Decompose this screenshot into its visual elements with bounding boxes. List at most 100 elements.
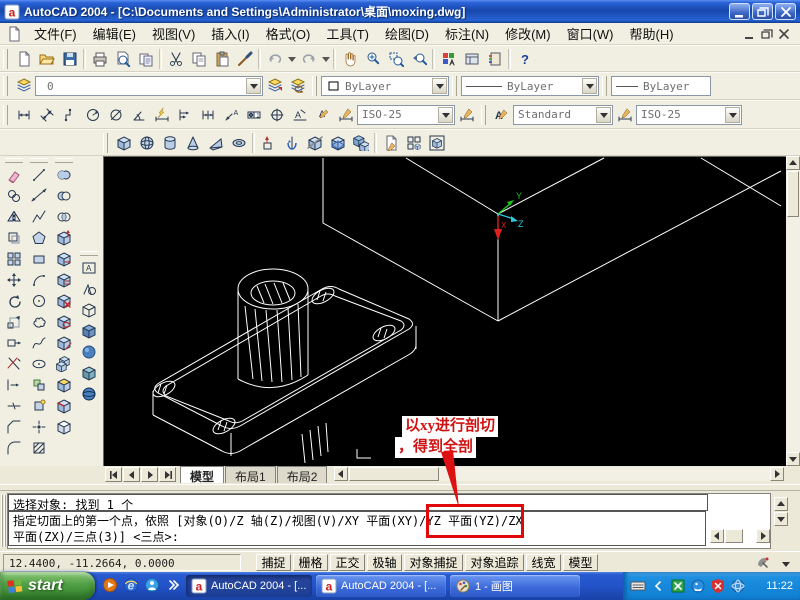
command-window-splitter[interactable] — [0, 484, 800, 491]
quick-leader-button[interactable]: A — [219, 103, 242, 126]
union-button[interactable] — [53, 164, 75, 185]
osnap-toggle[interactable]: 对象捕捉 — [404, 554, 463, 571]
color-combo-arrow[interactable] — [432, 78, 447, 94]
move-faces-button[interactable] — [53, 248, 75, 269]
shell-button[interactable] — [53, 416, 75, 437]
zoom-window-button[interactable] — [384, 47, 407, 70]
tab-last-button[interactable] — [159, 467, 176, 482]
tab-first-button[interactable] — [105, 467, 122, 482]
copy-to-clipboard-button[interactable] — [187, 47, 210, 70]
start-button[interactable]: start — [0, 572, 95, 600]
pan-realtime-button[interactable] — [338, 47, 361, 70]
center-mark-button[interactable] — [265, 103, 288, 126]
flat-shaded-button[interactable] — [78, 320, 100, 341]
canvas-horizontal-scrollbar[interactable] — [334, 467, 784, 481]
section-button[interactable] — [326, 131, 349, 154]
box-button[interactable] — [112, 131, 135, 154]
undo-flyout[interactable] — [286, 47, 297, 70]
toolbar-grip[interactable] — [5, 158, 23, 163]
ellipse-button[interactable] — [28, 353, 50, 374]
trim-button[interactable] — [3, 353, 25, 374]
toolbar-grip[interactable] — [3, 49, 8, 69]
lineweight-toggle[interactable]: 线宽 — [526, 554, 561, 571]
taper-faces-button[interactable] — [53, 332, 75, 353]
task-autocad-1[interactable]: aAutoCAD 2004 - [... — [186, 575, 312, 597]
text-style-combo-arrow[interactable] — [596, 107, 611, 123]
designcenter-button[interactable] — [460, 47, 483, 70]
toolbar-grip[interactable] — [3, 105, 8, 125]
scale-button[interactable] — [3, 311, 25, 332]
cylinder-button[interactable] — [158, 131, 181, 154]
mirror-button[interactable] — [3, 206, 25, 227]
menu-file[interactable]: 文件(F) — [26, 22, 85, 45]
quicklaunch-media-player[interactable] — [102, 577, 118, 593]
menu-draw[interactable]: 绘图(D) — [377, 22, 437, 45]
diameter-dimension-button[interactable] — [104, 103, 127, 126]
task-autocad-2[interactable]: aAutoCAD 2004 - [... — [316, 575, 446, 597]
toolbar-grip[interactable] — [55, 158, 73, 163]
circle-button[interactable] — [28, 290, 50, 311]
tray-network-globe-icon[interactable] — [730, 578, 746, 594]
command-scroll-left-button[interactable] — [710, 529, 724, 543]
mdi-restore-button[interactable] — [758, 26, 775, 41]
plot-button[interactable] — [88, 47, 111, 70]
command-prompt[interactable]: 指定切面上的第一个点，依照 [对象(O)/Z 轴(Z)/视图(V)/XY 平面(… — [8, 511, 706, 546]
delete-faces-button[interactable] — [53, 290, 75, 311]
scroll-up-button[interactable] — [786, 156, 800, 170]
quicklaunch-messenger[interactable] — [144, 577, 160, 593]
minimize-button[interactable] — [729, 3, 750, 20]
menu-tools[interactable]: 工具(T) — [318, 22, 377, 45]
extend-button[interactable] — [3, 374, 25, 395]
wedge-button[interactable] — [204, 131, 227, 154]
canvas-vertical-scrollbar[interactable] — [786, 156, 800, 466]
interfere-button[interactable] — [349, 131, 372, 154]
linetype-control-combo[interactable]: ByLayer — [461, 76, 599, 96]
menu-insert[interactable]: 插入(I) — [203, 22, 257, 45]
task-paint[interactable]: 1 - 画图 — [450, 575, 580, 597]
toolbar-grip[interactable] — [312, 76, 317, 96]
scroll-left-button[interactable] — [334, 467, 348, 481]
print-preview-button[interactable] — [111, 47, 134, 70]
command-window-grip[interactable] — [1, 495, 6, 547]
model-space-toggle[interactable]: 模型 — [563, 554, 598, 571]
paste-button[interactable] — [210, 47, 233, 70]
text-style-combo[interactable]: Standard — [513, 105, 613, 125]
snap-toggle[interactable]: 捕捉 — [256, 554, 291, 571]
tolerance-button[interactable]: 1 — [242, 103, 265, 126]
command-scroll-thumb[interactable] — [725, 529, 743, 543]
baseline-dimension-button[interactable] — [173, 103, 196, 126]
quicklaunch-ie[interactable]: e — [123, 577, 139, 593]
hatch-button[interactable] — [28, 437, 50, 458]
dim-style-combo-arrow[interactable] — [438, 107, 453, 123]
tab-prev-button[interactable] — [123, 467, 140, 482]
array-button[interactable] — [3, 248, 25, 269]
redo-flyout[interactable] — [320, 47, 331, 70]
aligned-dimension-button[interactable] — [35, 103, 58, 126]
angular-dimension-button[interactable] — [127, 103, 150, 126]
publish-button[interactable] — [134, 47, 157, 70]
tool-palettes-button[interactable] — [483, 47, 506, 70]
hidden-button[interactable] — [78, 299, 100, 320]
menu-window[interactable]: 窗口(W) — [559, 22, 622, 45]
save-button[interactable] — [58, 47, 81, 70]
status-menu-arrow[interactable] — [778, 556, 794, 572]
fillet-button[interactable] — [3, 437, 25, 458]
setup-view-button[interactable] — [402, 131, 425, 154]
mdi-minimize-button[interactable] — [741, 26, 758, 41]
close-button[interactable] — [775, 3, 796, 20]
help-button[interactable]: ? — [513, 47, 536, 70]
subtract-button[interactable] — [53, 185, 75, 206]
revolve-button[interactable] — [280, 131, 303, 154]
polygon-button[interactable] — [28, 227, 50, 248]
dimension-update-button[interactable] — [334, 103, 357, 126]
copy-object-button[interactable] — [3, 185, 25, 206]
radius-dimension-button[interactable] — [81, 103, 104, 126]
intersect-button[interactable] — [53, 206, 75, 227]
insert-block-button[interactable] — [28, 374, 50, 395]
spline-button[interactable] — [28, 332, 50, 353]
continue-dimension-button[interactable] — [196, 103, 219, 126]
layer-combo-arrow[interactable] — [246, 78, 261, 94]
tray-messenger-icon[interactable] — [690, 578, 706, 594]
3d-wireframe-button[interactable] — [78, 278, 100, 299]
dimension-style-manager-button[interactable] — [455, 103, 478, 126]
